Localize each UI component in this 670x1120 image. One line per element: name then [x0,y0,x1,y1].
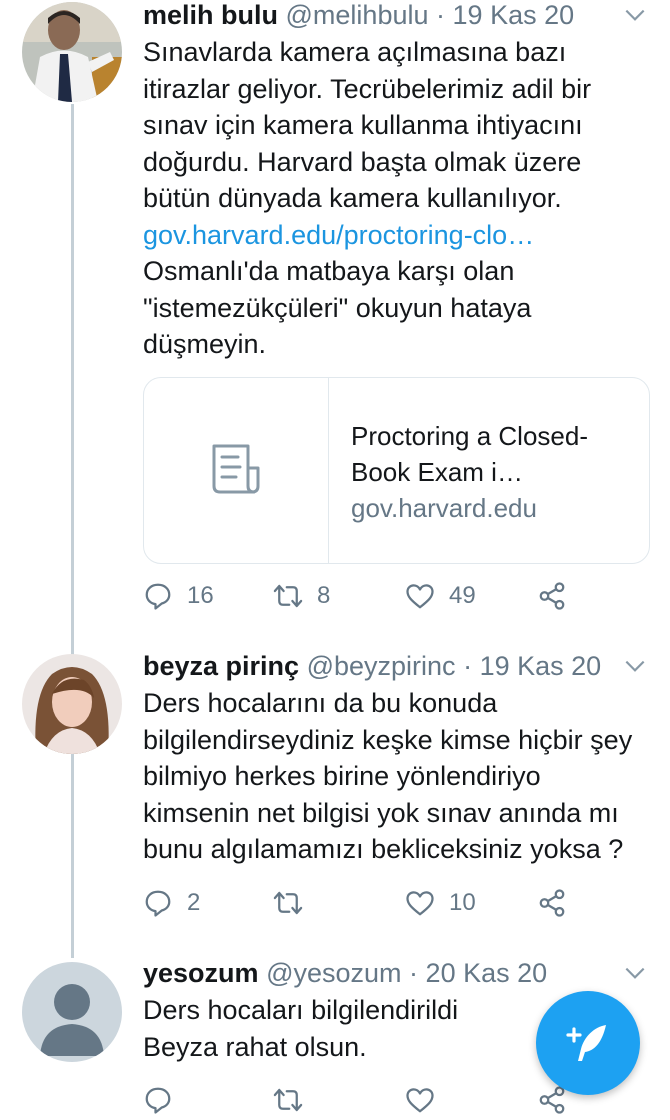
avatar[interactable] [22,654,122,754]
reply-icon [145,890,171,917]
avatar[interactable] [22,962,122,1062]
like-count: 49 [449,582,476,609]
link-card[interactable]: Proctoring a Closed-Book Exam i… gov.har… [143,376,650,564]
tweet-actions [143,1080,613,1120]
tweet-link[interactable]: gov.harvard.edu/proctoring-clo… [143,220,534,250]
card-title: Proctoring a Closed-Book Exam i… [351,420,588,487]
author-name[interactable]: beyza pirinç [143,651,299,681]
heart-icon [406,891,434,916]
share-icon [539,1086,565,1114]
reply-icon [145,1087,171,1114]
tweet-actions: 2 10 [143,883,613,923]
tweet-date[interactable]: 19 Kas 20 [453,0,575,30]
author-handle: @melihbulu [285,0,429,30]
separator-dot: · [436,0,446,30]
chevron-down-icon[interactable] [622,653,648,679]
author-handle: @beyzpirinc [306,651,456,681]
like-button[interactable]: 49 [405,576,476,616]
like-button[interactable]: 10 [405,883,476,923]
avatar[interactable] [22,2,122,102]
like-button[interactable] [405,1080,435,1120]
like-count: 10 [449,889,476,916]
share-icon [539,582,565,610]
retweet-button[interactable] [273,1080,303,1120]
reply-count: 2 [187,889,201,916]
reply-count: 16 [187,582,214,609]
tweet-text-main: Sınavlarda kamera açılmasına bazı itiraz… [143,37,592,213]
reply-icon [145,583,171,610]
tweet-text: Ders hocaları bilgilendirildi Beyza raha… [143,995,459,1062]
author-name[interactable]: melih bulu [143,0,278,30]
tweet-actions: 16 8 49 [143,576,613,616]
separator-dot: · [409,958,419,988]
compose-tweet-button[interactable] [536,991,640,1095]
card-domain: gov.harvard.edu [351,492,537,523]
share-button[interactable] [537,576,567,616]
compose-tweet-icon [566,1025,606,1061]
separator-dot: · [463,651,473,681]
chevron-down-icon[interactable] [622,960,648,986]
tweet-text-continued: Osmanlı'da matbaya karşı olan "istemezük… [143,256,532,359]
document-icon [212,444,260,494]
card-thumbnail [144,377,329,563]
reply-button[interactable]: 16 [143,576,214,616]
retweet-count: 8 [317,582,331,609]
retweet-button[interactable] [273,883,317,923]
thread-line [71,104,74,958]
retweet-icon [273,891,303,915]
tweet-text: Ders hocalarını da bu konuda bilgilendir… [143,688,633,864]
share-icon [539,889,565,917]
author-name[interactable]: yesozum [143,958,259,988]
reply-button[interactable] [143,1080,173,1120]
retweet-icon [273,584,303,608]
tweet-text: Sınavlarda kamera açılmasına bazı itiraz… [143,34,648,363]
retweet-button[interactable]: 8 [273,576,330,616]
retweet-icon [273,1088,303,1112]
chevron-down-icon[interactable] [622,2,648,28]
share-button[interactable] [537,883,567,923]
author-handle: @yesozum [266,958,402,988]
reply-button[interactable]: 2 [143,883,200,923]
default-avatar-icon [22,962,122,1062]
heart-icon [406,1088,434,1113]
tweet-date[interactable]: 19 Kas 20 [480,651,602,681]
heart-icon [406,584,434,609]
tweet-date[interactable]: 20 Kas 20 [426,958,548,988]
